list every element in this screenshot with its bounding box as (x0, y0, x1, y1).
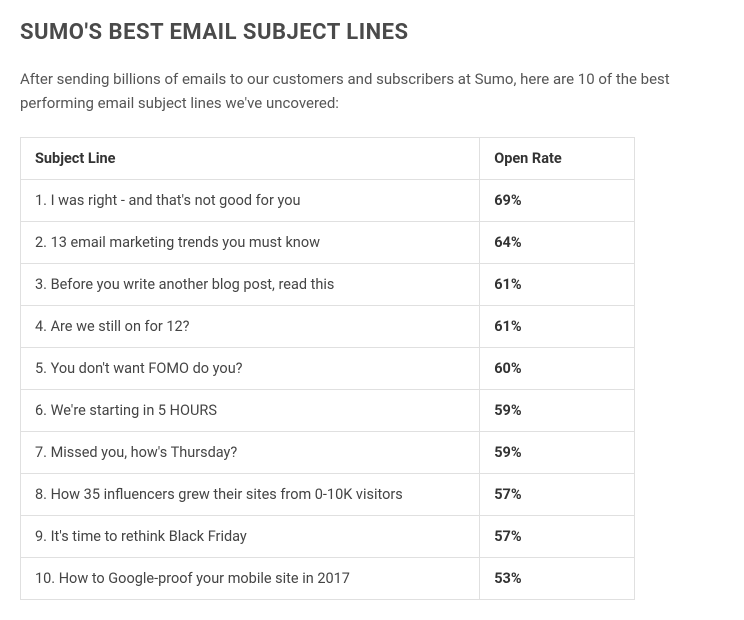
table-row: 10. How to Google-proof your mobile site… (21, 558, 635, 600)
intro-paragraph: After sending billions of emails to our … (20, 67, 720, 115)
cell-subject: 10. How to Google-proof your mobile site… (21, 558, 480, 600)
table-row: 8. How 35 influencers grew their sites f… (21, 474, 635, 516)
cell-open-rate: 59% (480, 432, 635, 474)
cell-subject: 5. You don't want FOMO do you? (21, 348, 480, 390)
cell-subject: 9. It's time to rethink Black Friday (21, 516, 480, 558)
cell-open-rate: 61% (480, 264, 635, 306)
cell-open-rate: 64% (480, 222, 635, 264)
table-row: 9. It's time to rethink Black Friday57% (21, 516, 635, 558)
table-row: 1. I was right - and that's not good for… (21, 180, 635, 222)
table-row: 4. Are we still on for 12?61% (21, 306, 635, 348)
cell-subject: 8. How 35 influencers grew their sites f… (21, 474, 480, 516)
cell-subject: 1. I was right - and that's not good for… (21, 180, 480, 222)
table-row: 2. 13 email marketing trends you must kn… (21, 222, 635, 264)
col-header-open-rate: Open Rate (480, 138, 635, 180)
cell-subject: 2. 13 email marketing trends you must kn… (21, 222, 480, 264)
table-header-row: Subject Line Open Rate (21, 138, 635, 180)
cell-subject: 7. Missed you, how's Thursday? (21, 432, 480, 474)
table-row: 6. We're starting in 5 HOURS59% (21, 390, 635, 432)
table-row: 7. Missed you, how's Thursday?59% (21, 432, 635, 474)
cell-open-rate: 60% (480, 348, 635, 390)
table-row: 3. Before you write another blog post, r… (21, 264, 635, 306)
cell-subject: 6. We're starting in 5 HOURS (21, 390, 480, 432)
cell-subject: 4. Are we still on for 12? (21, 306, 480, 348)
cell-subject: 3. Before you write another blog post, r… (21, 264, 480, 306)
cell-open-rate: 69% (480, 180, 635, 222)
cell-open-rate: 59% (480, 390, 635, 432)
page-heading: SUMO'S BEST EMAIL SUBJECT LINES (20, 20, 724, 45)
col-header-subject: Subject Line (21, 138, 480, 180)
table-row: 5. You don't want FOMO do you?60% (21, 348, 635, 390)
cell-open-rate: 53% (480, 558, 635, 600)
cell-open-rate: 57% (480, 474, 635, 516)
cell-open-rate: 61% (480, 306, 635, 348)
subject-lines-table: Subject Line Open Rate 1. I was right - … (20, 137, 635, 600)
cell-open-rate: 57% (480, 516, 635, 558)
